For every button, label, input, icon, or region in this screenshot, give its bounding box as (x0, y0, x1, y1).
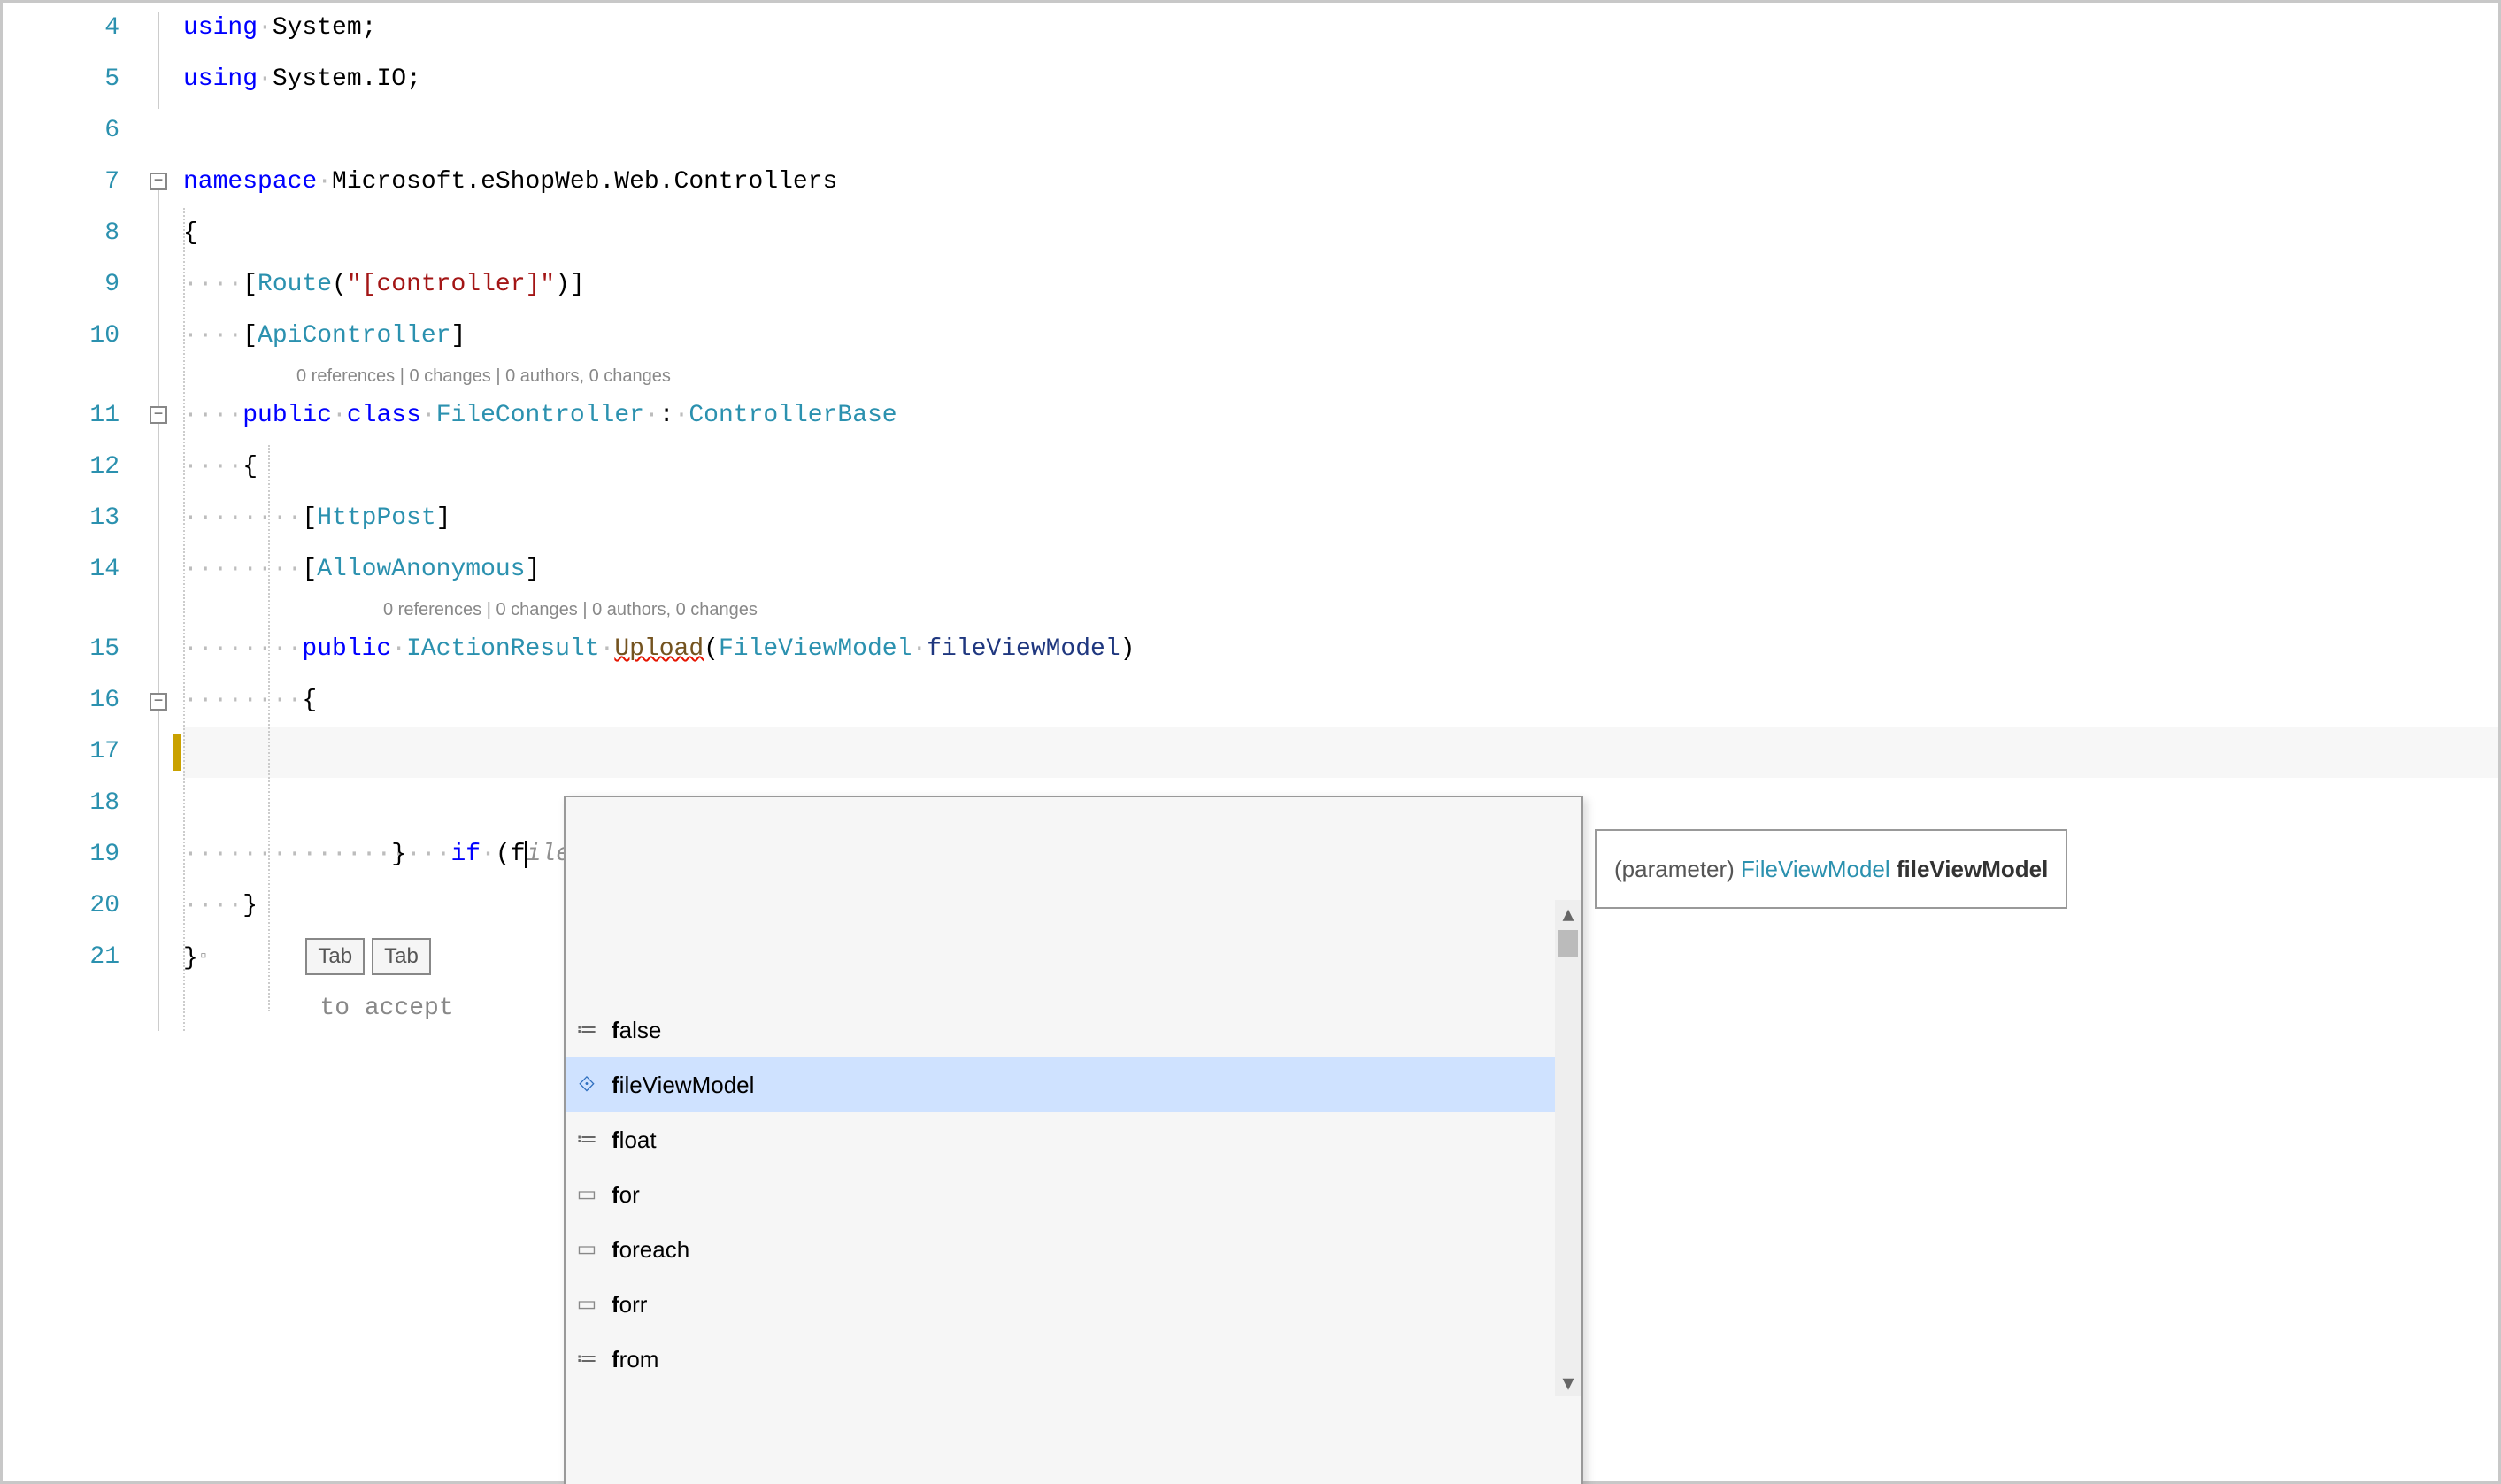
completion-kind-icon: ≔ (573, 1114, 601, 1165)
line-number: 20 (3, 880, 119, 932)
completion-from[interactable]: ≔from (566, 1332, 1581, 1387)
code-line[interactable]: using·System.IO; (183, 54, 2498, 105)
code-line[interactable]: ········[HttpPost] (183, 493, 2498, 544)
completion-kind-icon: ▭ (573, 1224, 601, 1275)
line-number: 5 (3, 54, 119, 105)
completion-fileviewmodel[interactable]: ⟐fileViewModel (566, 1057, 1581, 1112)
code-line[interactable]: ········} ≔false⟐fileViewModel≔float▭for… (183, 778, 2498, 829)
code-line[interactable]: ····[Route("[controller]")] (183, 259, 2498, 311)
inline-hint-text: to accept (319, 995, 453, 1022)
completion-label: false (612, 1004, 661, 1056)
completion-false[interactable]: ≔false (566, 1003, 1581, 1057)
fold-toggle-icon[interactable]: − (150, 406, 167, 424)
change-indicator (173, 734, 181, 771)
line-number: 12 (3, 442, 119, 493)
completion-list[interactable]: ≔false⟐fileViewModel≔float▭for▭foreach▭f… (566, 900, 1581, 1396)
line-number-gutter: 4 5 6 7 8 9 10 11 12 13 14 15 16 17 18 1… (3, 3, 144, 1481)
line-number: 8 (3, 208, 119, 259)
scroll-thumb[interactable] (1558, 930, 1578, 957)
code-line[interactable]: ········public·IActionResult·Upload(File… (183, 624, 2498, 675)
completion-float[interactable]: ≔float (566, 1112, 1581, 1167)
line-number: 9 (3, 259, 119, 311)
line-number: 11 (3, 390, 119, 442)
code-line[interactable]: namespace·Microsoft.eShopWeb.Web.Control… (183, 157, 2498, 208)
completion-kind-icon: {} (573, 1388, 601, 1396)
code-line[interactable]: ····public·class·FileController·:·Contro… (183, 390, 2498, 442)
code-area[interactable]: using·System; using·System.IO; namespace… (180, 3, 2498, 1481)
code-line[interactable]: ····{ (183, 442, 2498, 493)
completion-label: for (612, 1169, 640, 1220)
code-line[interactable]: ····[ApiController] (183, 311, 2498, 362)
scroll-down-icon[interactable]: ▾ (1555, 1369, 1581, 1396)
code-line[interactable] (183, 105, 2498, 157)
line-number: 16 (3, 675, 119, 727)
line-number: 19 (3, 829, 119, 880)
completion-foreach[interactable]: ▭foreach (566, 1222, 1581, 1277)
line-number: 14 (3, 544, 119, 596)
fold-toggle-icon[interactable]: − (150, 173, 167, 190)
completion-label: foreach (612, 1224, 689, 1275)
code-line[interactable]: ········[AllowAnonymous] (183, 544, 2498, 596)
codelens[interactable]: 0 references | 0 changes | 0 authors, 0 … (183, 596, 2498, 624)
completion-tooltip: (parameter) FileViewModel fileViewModel (1595, 829, 2067, 909)
scroll-up-icon[interactable]: ▴ (1555, 900, 1581, 927)
completion-kind-icon: ▭ (573, 1169, 601, 1220)
completion-label: fileViewModel (612, 1059, 754, 1111)
codelens[interactable]: 0 references | 0 changes | 0 authors, 0 … (183, 362, 2498, 390)
line-number: 18 (3, 778, 119, 829)
code-line[interactable]: using·System; (183, 3, 2498, 54)
completion-kind-icon: ≔ (573, 1334, 601, 1385)
line-number: 15 (3, 624, 119, 675)
code-line[interactable]: { (183, 208, 2498, 259)
completion-label: from (612, 1334, 658, 1385)
completion-label: float (612, 1114, 657, 1165)
completion-forr[interactable]: ▭ forr (566, 1277, 1581, 1332)
line-number: 4 (3, 3, 119, 54)
line-number: 21 (3, 932, 119, 983)
line-number: 10 (3, 311, 119, 362)
completion-label: Features (612, 1388, 703, 1396)
line-number: 17 (3, 727, 119, 778)
scrollbar[interactable]: ▴ ▾ (1555, 900, 1581, 1396)
completion-kind-icon: ≔ (573, 1004, 601, 1056)
completion-kind-icon: ⟐ (573, 1059, 601, 1111)
line-number: 13 (3, 493, 119, 544)
line-number: 7 (3, 157, 119, 208)
code-editor[interactable]: 4 5 6 7 8 9 10 11 12 13 14 15 16 17 18 1… (0, 0, 2501, 1484)
completion-label: forr (612, 1279, 647, 1330)
fold-toggle-icon[interactable]: − (150, 693, 167, 711)
code-line-current[interactable]: ············if·(fileViewModel == null) T… (183, 727, 2498, 778)
line-number: 6 (3, 105, 119, 157)
intellisense-popup[interactable]: ≔false⟐fileViewModel≔float▭for▭foreach▭f… (564, 796, 1583, 1484)
completion-features[interactable]: {} Features (566, 1387, 1581, 1396)
completion-for[interactable]: ▭ for (566, 1167, 1581, 1222)
code-line[interactable]: ········{ (183, 675, 2498, 727)
completion-kind-icon: ▭ (573, 1279, 601, 1330)
